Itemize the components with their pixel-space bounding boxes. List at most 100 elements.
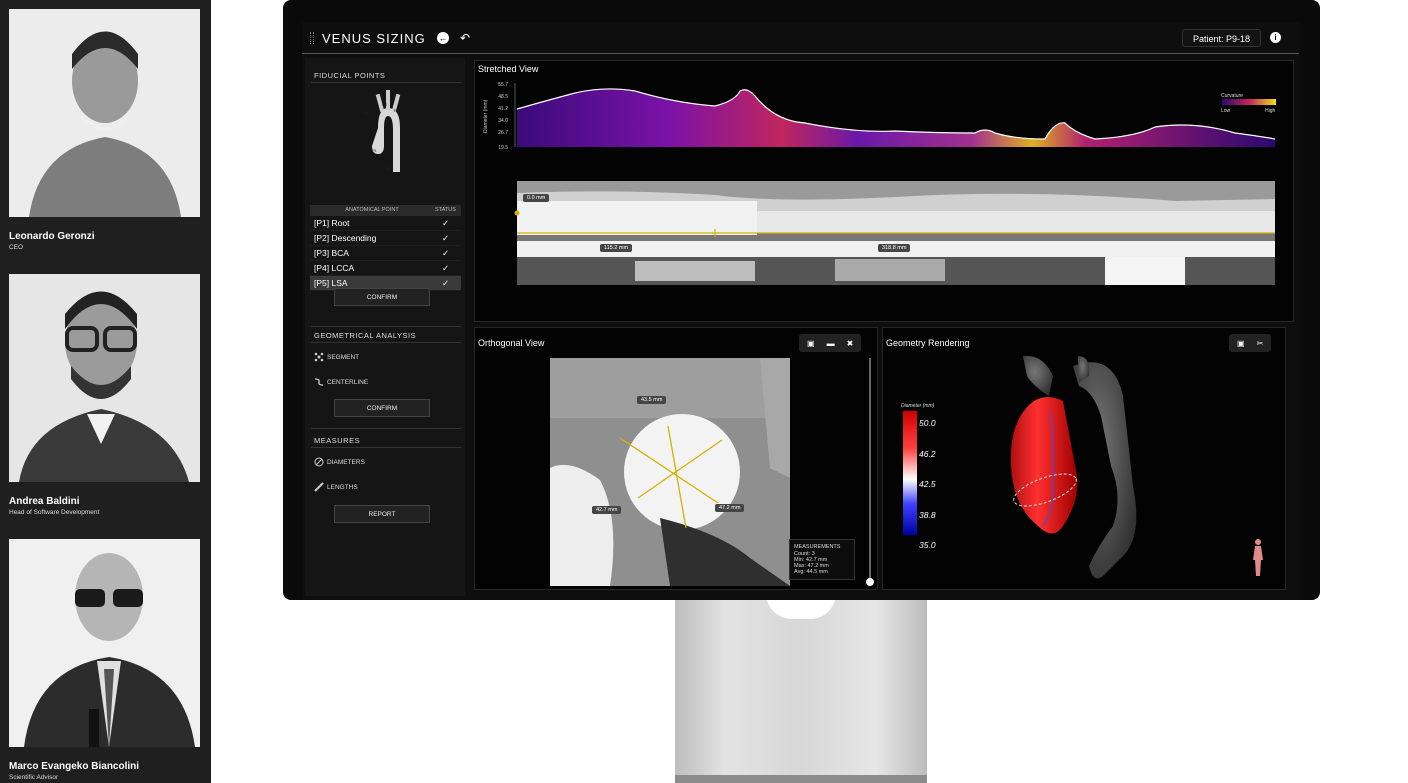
geometrical-analysis-title: GEOMETRICAL ANALYSIS bbox=[314, 331, 417, 340]
colorbar-tick: 35.0 bbox=[919, 540, 936, 550]
length-chip: 318.8 mm bbox=[878, 244, 911, 252]
lengths-tool[interactable]: LENGTHS bbox=[314, 482, 358, 492]
fiducial-table: ANATOMICAL POINT STATUS [P1] Root ✓ [P2] … bbox=[310, 205, 461, 291]
diameter-colorbar bbox=[903, 411, 917, 535]
title-bar: VENUS SIZING ← ↶ Patient: P9-18 i bbox=[302, 22, 1299, 54]
table-row[interactable]: [P1] Root ✓ bbox=[310, 216, 461, 231]
measures-title: MEASURES bbox=[314, 436, 361, 445]
lengths-label: LENGTHS bbox=[327, 483, 358, 491]
team-column: Leonardo Geronzi CEO Andrea Baldini Head… bbox=[0, 0, 211, 783]
measurement-line: Avg: 44.5 mm bbox=[794, 569, 828, 575]
confirm-button-2[interactable]: CONFIRM bbox=[334, 399, 430, 417]
slice-slider-track[interactable] bbox=[869, 358, 871, 584]
y-axis-label: Diameter (mm) bbox=[483, 99, 489, 133]
table-header-status: STATUS bbox=[435, 207, 456, 213]
segment-label: SEGMENT bbox=[327, 353, 360, 361]
colorbar-tick: 42.5 bbox=[919, 479, 936, 489]
centerline-tool[interactable]: CENTERLINE bbox=[314, 377, 368, 387]
aorta-label: P4 bbox=[382, 102, 388, 107]
body-orientation-icon[interactable] bbox=[1251, 538, 1265, 578]
member-name: Leonardo Geronzi bbox=[9, 231, 95, 242]
sidebar: FIDUCIAL POINTS P3 P4 P5 P1 P2 ANATOMICA… bbox=[305, 58, 465, 596]
curvature-legend-bar bbox=[1222, 99, 1276, 105]
aorta-label: P5 bbox=[394, 108, 400, 113]
diameter-chip: 42.7 mm bbox=[592, 506, 622, 514]
point-label: [P4] LCCA bbox=[314, 263, 355, 273]
fiducial-points-title: FIDUCIAL POINTS bbox=[314, 71, 386, 80]
ruler-icon bbox=[314, 482, 324, 492]
table-header: ANATOMICAL POINT STATUS bbox=[310, 205, 461, 216]
geometry-rendering-panel: Geometry Rendering ▣ ✂ Diameter (mm) 50.… bbox=[882, 327, 1286, 590]
y-tick: 55.7 bbox=[498, 82, 508, 88]
info-icon[interactable]: i bbox=[1270, 32, 1281, 43]
aorta-label: P1 bbox=[372, 148, 378, 153]
diameter-chip: 47.2 mm bbox=[715, 504, 745, 512]
patient-badge[interactable]: Patient: P9-18 bbox=[1182, 29, 1262, 47]
table-header-point: ANATOMICAL POINT bbox=[345, 207, 399, 213]
geometry-toolbar: ▣ ✂ bbox=[1229, 334, 1272, 352]
diameters-label: DIAMETERS bbox=[327, 458, 365, 466]
team-member: Marco Evangeko Biancolini Scientific Adv… bbox=[9, 539, 200, 781]
table-row[interactable]: [P3] BCA ✓ bbox=[310, 246, 461, 261]
diameters-tool[interactable]: DIAMETERS bbox=[314, 457, 365, 467]
length-chip: 115.2 mm bbox=[600, 244, 633, 252]
table-row[interactable]: [P2] Descending ✓ bbox=[310, 231, 461, 246]
divider bbox=[311, 447, 461, 448]
orthogonal-view-title: Orthogonal View bbox=[478, 338, 545, 348]
camera-icon[interactable]: ▣ bbox=[807, 339, 815, 348]
colorbar-tick: 46.2 bbox=[919, 448, 936, 459]
member-role: Head of Software Development bbox=[9, 509, 100, 516]
status-check: ✓ bbox=[441, 218, 450, 228]
scissors-icon[interactable]: ✂ bbox=[1257, 339, 1264, 348]
legend-high: High bbox=[1265, 108, 1276, 114]
drag-handle-icon[interactable] bbox=[310, 32, 314, 44]
table-row[interactable]: [P4] LCCA ✓ bbox=[310, 261, 461, 276]
point-label: [P3] BCA bbox=[314, 248, 349, 258]
diameter-chip: 43.5 mm bbox=[637, 396, 667, 404]
team-member: Andrea Baldini Head of Software Developm… bbox=[9, 274, 200, 516]
geometry-rendering-title: Geometry Rendering bbox=[886, 338, 970, 348]
camera-icon[interactable]: ▣ bbox=[1237, 339, 1245, 348]
aorta-label: P2 bbox=[386, 166, 392, 171]
divider bbox=[311, 326, 461, 327]
status-check: ✓ bbox=[441, 263, 450, 273]
orthogonal-toolbar: ▣ ▬ ✖ bbox=[799, 334, 862, 352]
aorta-3d-rendering bbox=[1010, 356, 1137, 579]
diameter-icon bbox=[314, 457, 324, 467]
orthogonal-view-panel: Orthogonal View ▣ ▬ ✖ 43.5 mm 42.7 mm 47… bbox=[474, 327, 878, 590]
measurements-title: MEASUREMENTS bbox=[794, 544, 841, 550]
slice-slider-handle[interactable] bbox=[866, 578, 874, 586]
aorta-diagram: P3 P4 P5 P1 P2 bbox=[364, 90, 401, 172]
monitor-stand-foot bbox=[675, 775, 927, 783]
colorbar-tick: 50.0 bbox=[919, 418, 936, 428]
undo-icon[interactable]: ↶ bbox=[459, 32, 471, 44]
back-arrow-icon[interactable]: ← bbox=[437, 32, 449, 44]
status-check: ✓ bbox=[441, 233, 450, 243]
legend-title: Curvature bbox=[1221, 93, 1243, 99]
length-chip: 0.0 mm bbox=[523, 194, 550, 202]
divider bbox=[311, 342, 461, 343]
member-name: Andrea Baldini bbox=[9, 496, 80, 507]
diameter-profile-chart: 55.7 48.5 41.2 34.0 26.7 19.5 Diameter (… bbox=[483, 82, 1276, 285]
colorbar-ticks: 50.0 46.2 42.5 38.8 35.0 bbox=[919, 408, 936, 561]
segment-icon bbox=[314, 352, 324, 362]
segment-tool[interactable]: SEGMENT bbox=[314, 352, 359, 362]
report-button[interactable]: REPORT bbox=[334, 505, 430, 523]
portrait-photo bbox=[9, 9, 200, 217]
close-icon[interactable]: ✖ bbox=[847, 339, 854, 348]
point-label: [P1] Root bbox=[314, 218, 350, 228]
divider bbox=[311, 428, 461, 429]
legend-low: Low bbox=[1221, 108, 1231, 114]
confirm-button[interactable]: CONFIRM bbox=[334, 288, 430, 306]
y-tick: 48.5 bbox=[498, 94, 508, 100]
centerline-icon bbox=[314, 377, 324, 387]
colorbar-tick: 38.8 bbox=[919, 509, 936, 520]
centerline-label: CENTERLINE bbox=[327, 378, 369, 386]
y-tick: 26.7 bbox=[498, 130, 508, 136]
monitor-stand bbox=[675, 600, 927, 783]
status-check: ✓ bbox=[441, 278, 450, 288]
y-tick: 34.0 bbox=[498, 118, 508, 124]
point-label: [P2] Descending bbox=[314, 233, 377, 243]
portrait-photo bbox=[9, 274, 200, 482]
ruler-icon[interactable]: ▬ bbox=[827, 339, 835, 348]
